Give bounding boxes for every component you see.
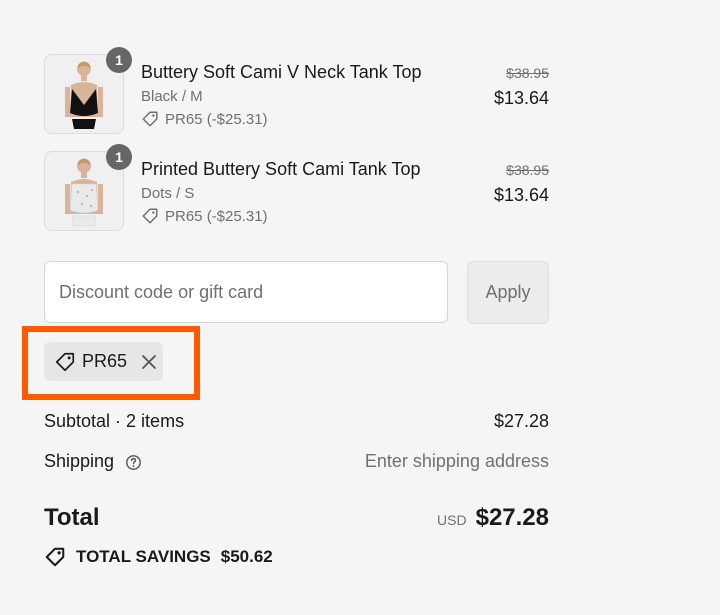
quantity-badge: 1 bbox=[106, 47, 132, 73]
item-discount: PR65 (-$25.31) bbox=[141, 207, 268, 225]
original-price: $38.95 bbox=[506, 162, 549, 178]
shipping-row: Shipping bbox=[44, 451, 142, 472]
total-value: $27.28 bbox=[475, 504, 549, 531]
subtotal-value: $27.28 bbox=[493, 411, 549, 431]
product-variant: Black / M bbox=[141, 88, 203, 105]
shipping-label: Shipping bbox=[44, 451, 115, 471]
line-item: 1 Printed Buttery Soft Cami Tank Top Dot… bbox=[44, 144, 549, 231]
item-discount-text: PR65 (-$25.31) bbox=[165, 207, 268, 225]
total-savings: TOTAL SAVINGS $50.62 bbox=[44, 546, 273, 568]
subtotal-label: Subtotal · 2 items bbox=[44, 411, 185, 431]
line-item: 1 Buttery Soft Cami V Neck Tank Top Blac… bbox=[44, 47, 549, 134]
total-label: Total bbox=[44, 504, 100, 531]
apply-button[interactable]: Apply bbox=[467, 261, 549, 324]
tag-icon bbox=[142, 208, 158, 224]
savings-tag-icon bbox=[45, 547, 65, 567]
item-discount-text: PR65 (-$25.31) bbox=[165, 110, 268, 128]
remove-discount-button[interactable] bbox=[141, 354, 157, 370]
currency-code: USD bbox=[437, 512, 467, 528]
close-icon bbox=[142, 354, 156, 369]
product-name: Buttery Soft Cami V Neck Tank Top bbox=[141, 62, 422, 82]
applied-code-text: PR65 bbox=[82, 351, 128, 371]
applied-discount-tag: PR65 bbox=[44, 342, 163, 381]
original-price: $38.95 bbox=[506, 65, 549, 81]
product-name: Printed Buttery Soft Cami Tank Top bbox=[141, 159, 421, 179]
item-discount: PR65 (-$25.31) bbox=[141, 110, 268, 128]
tag-icon bbox=[55, 352, 75, 371]
item-price: $13.64 bbox=[493, 88, 549, 108]
tank-top-shape bbox=[69, 183, 99, 214]
tag-icon bbox=[142, 111, 158, 127]
discount-code-input[interactable] bbox=[44, 261, 448, 323]
product-variant: Dots / S bbox=[141, 185, 195, 202]
savings-label: TOTAL SAVINGS bbox=[76, 547, 211, 566]
savings-value: $50.62 bbox=[220, 547, 273, 566]
product-thumbnail: 1 bbox=[44, 47, 132, 134]
product-thumbnail: 1 bbox=[44, 144, 132, 231]
item-price: $13.64 bbox=[493, 185, 549, 205]
total-value-group: USD $27.28 bbox=[437, 504, 549, 532]
help-circle-icon[interactable] bbox=[125, 454, 142, 471]
quantity-badge: 1 bbox=[106, 144, 132, 170]
shipping-value: Enter shipping address bbox=[364, 451, 549, 471]
